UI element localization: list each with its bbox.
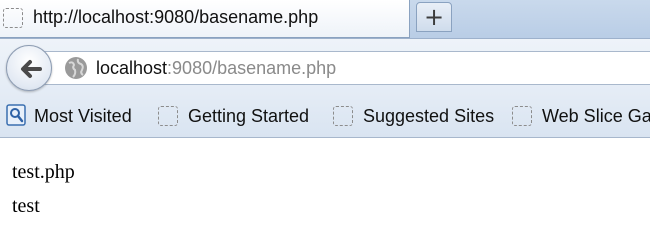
bookmark-getting-started[interactable]: Getting Started [158,105,310,130]
back-arrow-icon [21,60,42,78]
address-text[interactable]: localhost:9080/basename.php [96,58,336,79]
bookmark-label: Getting Started [188,106,310,126]
bookmark-web-slice-gallery[interactable]: Web Slice Ga [512,105,650,130]
bookmark-most-visited[interactable]: Most Visited [6,104,132,130]
globe-icon [65,57,87,79]
page-content: test.php test [0,139,650,229]
output-line: test [12,195,40,217]
most-visited-icon [6,104,26,126]
bookmarks-toolbar: Most Visited Getting Started Suggested S… [0,98,650,138]
bookmark-label: Most Visited [34,106,132,126]
blank-page-icon [158,105,178,126]
navigation-bar: localhost:9080/basename.php [0,38,650,98]
bookmark-label: Web Slice Ga [542,106,650,126]
url-path: :9080/basename.php [167,58,337,78]
bookmark-label: Suggested Sites [363,106,495,126]
blank-page-icon [3,8,23,28]
tab-basename[interactable]: http://localhost:9080/basename.php [0,0,410,38]
blank-page-icon [512,105,532,126]
new-tab-button[interactable]: + [416,2,452,32]
output-line: test.php [12,161,75,183]
back-button[interactable] [6,45,52,91]
url-host: localhost [96,58,168,78]
bookmark-suggested-sites[interactable]: Suggested Sites [333,105,495,130]
tab-strip: http://localhost:9080/basename.php + [0,0,650,38]
blank-page-icon [333,105,353,126]
tab-title: http://localhost:9080/basename.php [33,7,319,27]
